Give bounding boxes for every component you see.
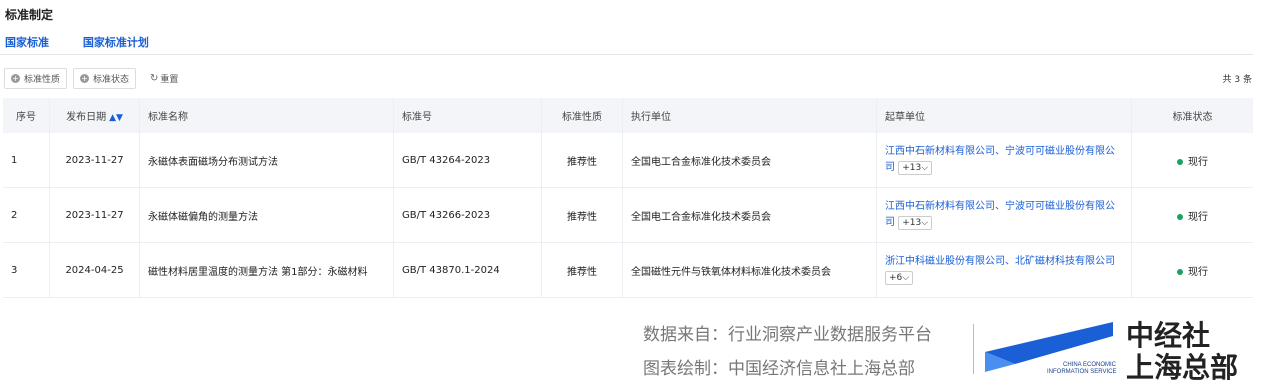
tab-divider <box>0 54 1253 55</box>
cell-nature: 推荐性 <box>541 242 623 298</box>
cell-code: GB/T 43264-2023 <box>393 133 542 188</box>
col-header-date-label: 发布日期 <box>66 112 107 123</box>
filter-status-button[interactable]: + 标准状态 <box>73 68 137 89</box>
cell-code: GB/T 43266-2023 <box>393 187 542 243</box>
col-header-exec: 执行单位 <box>622 98 877 133</box>
tab-national-standard-plan[interactable]: 国家标准计划 <box>83 36 149 49</box>
cell-status: 现行 <box>1131 133 1253 188</box>
total-count: 共 3 条 <box>1222 75 1252 85</box>
footer-divider <box>973 324 974 374</box>
expand-drafters-button[interactable]: +13⌵ <box>898 216 933 230</box>
more-count: +6 <box>889 273 903 283</box>
status-label: 现行 <box>1188 211 1208 223</box>
col-header-date[interactable]: 发布日期 ▲▼ <box>49 98 140 133</box>
cell-no: 2 <box>3 187 50 243</box>
cell-date: 2024-04-25 <box>49 242 140 298</box>
cell-nature: 推荐性 <box>541 133 623 188</box>
cell-name[interactable]: 磁性材料居里温度的测量方法 第1部分：永磁材料 <box>139 242 394 298</box>
filter-nature-label: 标准性质 <box>24 75 61 85</box>
reset-label: 重置 <box>160 75 179 85</box>
cell-no: 3 <box>3 242 50 298</box>
cell-date: 2023-11-27 <box>49 133 140 188</box>
cell-nature: 推荐性 <box>541 187 623 243</box>
col-header-no: 序号 <box>3 98 50 133</box>
cell-exec: 全国电工合金标准化技术委员会 <box>622 187 877 243</box>
cell-date: 2023-11-27 <box>49 187 140 243</box>
tab-bar: 国家标准 国家标准计划 <box>5 34 179 50</box>
plus-circle-icon: + <box>80 74 90 83</box>
cell-exec: 全国电工合金标准化技术委员会 <box>622 133 877 188</box>
expand-drafters-button[interactable]: +13⌵ <box>898 161 933 175</box>
standards-table: 序号 发布日期 ▲▼ 标准名称 标准号 标准性质 执行单位 起草单位 标准状态 1… <box>3 98 1253 298</box>
drafter-link[interactable]: 浙江中科磁业股份有限公司、北矿磁材科技有限公司 <box>885 256 1115 267</box>
refresh-icon: ↻ <box>150 73 159 84</box>
reset-button[interactable]: ↻ 重置 <box>150 72 178 85</box>
tab-national-standard[interactable]: 国家标准 <box>5 36 49 49</box>
cell-drafter: 浙江中科磁业股份有限公司、北矿磁材科技有限公司 +6⌵ <box>876 242 1132 298</box>
col-header-drafter: 起草单位 <box>876 98 1132 133</box>
col-header-status: 标准状态 <box>1131 98 1253 133</box>
table-row[interactable]: 1 2023-11-27 永磁体表面磁场分布测试方法 GB/T 43264-20… <box>3 133 1253 188</box>
page-title: 标准制定 <box>5 8 54 22</box>
col-header-nature: 标准性质 <box>541 98 623 133</box>
status-label: 现行 <box>1188 156 1208 168</box>
data-source-text: 数据来自：行业洞察产业数据服务平台 <box>643 325 932 345</box>
expand-drafters-button[interactable]: +6⌵ <box>885 271 914 285</box>
status-dot <box>1177 268 1183 275</box>
logo-text-2: INFORMATION SERVICE <box>1047 369 1116 375</box>
cell-name[interactable]: 永磁体表面磁场分布测试方法 <box>139 133 394 188</box>
cell-no: 1 <box>3 133 50 188</box>
filter-bar: + 标准性质 + 标准状态 ↻ 重置 <box>4 68 178 89</box>
table-row[interactable]: 3 2024-04-25 磁性材料居里温度的测量方法 第1部分：永磁材料 GB/… <box>3 242 1253 298</box>
more-count: +13 <box>902 218 922 228</box>
plus-circle-icon: + <box>11 74 20 83</box>
cell-status: 现行 <box>1131 187 1253 243</box>
status-dot <box>1177 213 1183 220</box>
table-header-row: 序号 发布日期 ▲▼ 标准名称 标准号 标准性质 执行单位 起草单位 标准状态 <box>3 98 1253 133</box>
col-header-code: 标准号 <box>393 98 542 133</box>
col-header-name: 标准名称 <box>139 98 394 133</box>
sort-icon[interactable]: ▲▼ <box>109 113 123 123</box>
chart-credit-text: 图表绘制：中国经济信息社上海总部 <box>643 359 915 379</box>
cell-name[interactable]: 永磁体磁偏角的测量方法 <box>139 187 394 243</box>
status-label: 现行 <box>1188 266 1208 278</box>
brand-name-line2: 上海总部 <box>1126 351 1239 384</box>
table-row[interactable]: 2 2023-11-27 永磁体磁偏角的测量方法 GB/T 43266-2023… <box>3 187 1253 243</box>
filter-status-label: 标准状态 <box>93 75 130 85</box>
cei-logo-icon: CHINA ECONOMIC INFORMATION SERVICE <box>985 322 1117 375</box>
more-count: +13 <box>902 163 922 173</box>
filter-nature-button[interactable]: + 标准性质 <box>4 68 68 89</box>
status-dot <box>1177 158 1183 165</box>
cell-code: GB/T 43870.1-2024 <box>393 242 542 298</box>
logo-text-1: CHINA ECONOMIC <box>1063 362 1117 368</box>
cell-drafter: 江西中石新材料有限公司、宁波可可磁业股份有限公司 +13⌵ <box>876 133 1132 188</box>
cell-exec: 全国磁性元件与铁氧体材料标准化技术委员会 <box>622 242 877 298</box>
cell-drafter: 江西中石新材料有限公司、宁波可可磁业股份有限公司 +13⌵ <box>876 187 1132 243</box>
cell-status: 现行 <box>1131 242 1253 298</box>
